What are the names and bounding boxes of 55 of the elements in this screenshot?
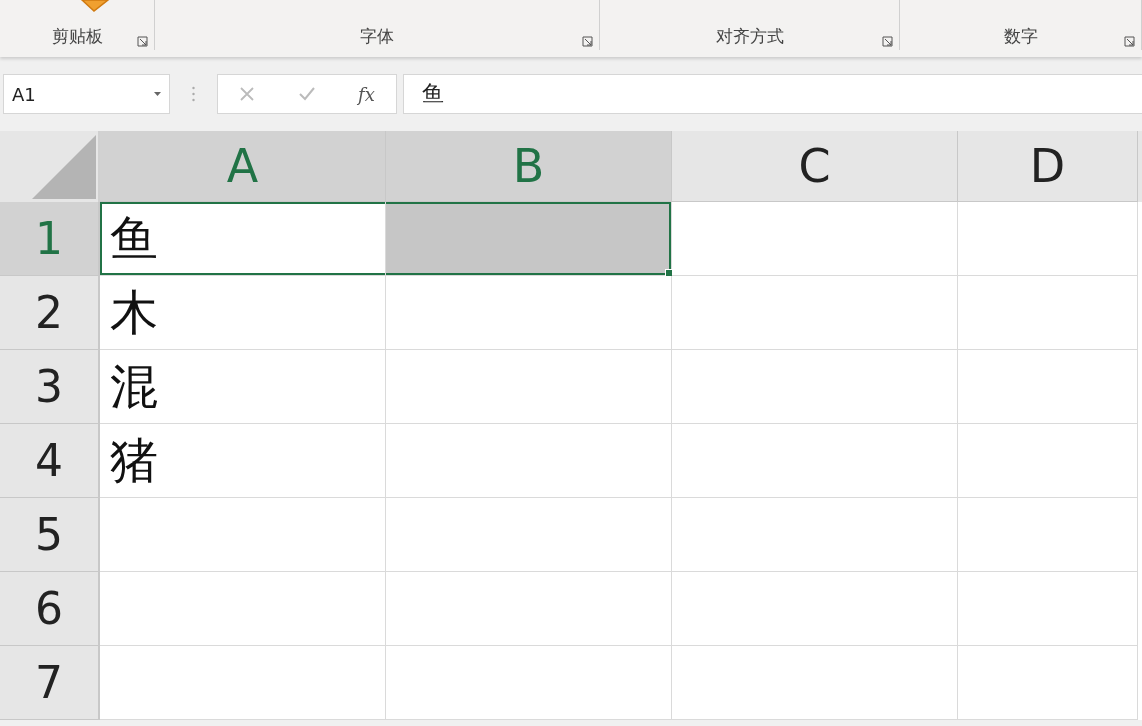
table-cell[interactable] — [100, 498, 386, 572]
grip-icon — [192, 85, 195, 103]
table-cell[interactable] — [386, 424, 672, 498]
table-cell[interactable] — [386, 276, 672, 350]
row-header[interactable]: 3 — [0, 350, 100, 424]
formula-field[interactable]: 鱼 — [403, 74, 1142, 114]
insert-function-button[interactable]: fx — [357, 83, 375, 105]
ribbon-group-label: 对齐方式 — [715, 25, 784, 48]
table-cell[interactable] — [672, 646, 958, 720]
table-cell[interactable]: 混 — [100, 350, 386, 424]
row-header[interactable]: 2 — [0, 276, 100, 350]
table-cell[interactable] — [386, 572, 672, 646]
table-cell[interactable] — [958, 276, 1138, 350]
dialog-launcher-icon[interactable] — [1124, 36, 1135, 47]
row-header[interactable]: 5 — [0, 498, 100, 572]
row-header[interactable]: 1 — [0, 202, 100, 276]
table-cell[interactable] — [386, 350, 672, 424]
table-cell[interactable] — [672, 424, 958, 498]
table-cell[interactable] — [958, 498, 1138, 572]
table-cell[interactable] — [672, 202, 958, 276]
triangle-icon — [32, 135, 96, 199]
dialog-launcher-icon[interactable] — [137, 36, 148, 47]
table-cell[interactable] — [100, 646, 386, 720]
table-cell[interactable]: 鱼 — [100, 202, 386, 276]
table-cell[interactable] — [958, 202, 1138, 276]
row-header[interactable]: 6 — [0, 572, 100, 646]
table-cell[interactable] — [386, 202, 672, 276]
column-header[interactable]: B — [386, 131, 672, 202]
check-icon[interactable] — [297, 86, 316, 102]
table-cell[interactable] — [386, 646, 672, 720]
row-header[interactable]: 4 — [0, 424, 100, 498]
dialog-launcher-icon[interactable] — [882, 36, 893, 47]
dialog-launcher-icon[interactable] — [582, 36, 593, 47]
table-cell[interactable] — [672, 498, 958, 572]
name-box[interactable]: A1 — [3, 74, 170, 114]
ribbon-group-label: 剪贴板 — [51, 25, 103, 48]
table-cell[interactable] — [958, 424, 1138, 498]
table-cell[interactable] — [672, 276, 958, 350]
table-cell[interactable] — [100, 572, 386, 646]
table-cell[interactable] — [958, 646, 1138, 720]
ribbon-group-label: 数字 — [1003, 25, 1038, 48]
column-header[interactable]: A — [100, 131, 386, 202]
caret-icon[interactable] — [154, 92, 161, 96]
ribbon-group-label: 字体 — [360, 25, 394, 48]
cancel-icon[interactable] — [239, 86, 256, 102]
column-header[interactable]: D — [958, 131, 1138, 202]
table-cell[interactable] — [958, 572, 1138, 646]
table-cell[interactable] — [672, 572, 958, 646]
table-cell[interactable] — [386, 498, 672, 572]
table-cell[interactable] — [958, 350, 1138, 424]
table-cell[interactable] — [672, 350, 958, 424]
table-cell[interactable]: 猪 — [100, 424, 386, 498]
row-header[interactable]: 7 — [0, 646, 100, 720]
table-cell[interactable]: 木 — [100, 276, 386, 350]
column-header[interactable]: C — [672, 131, 958, 202]
